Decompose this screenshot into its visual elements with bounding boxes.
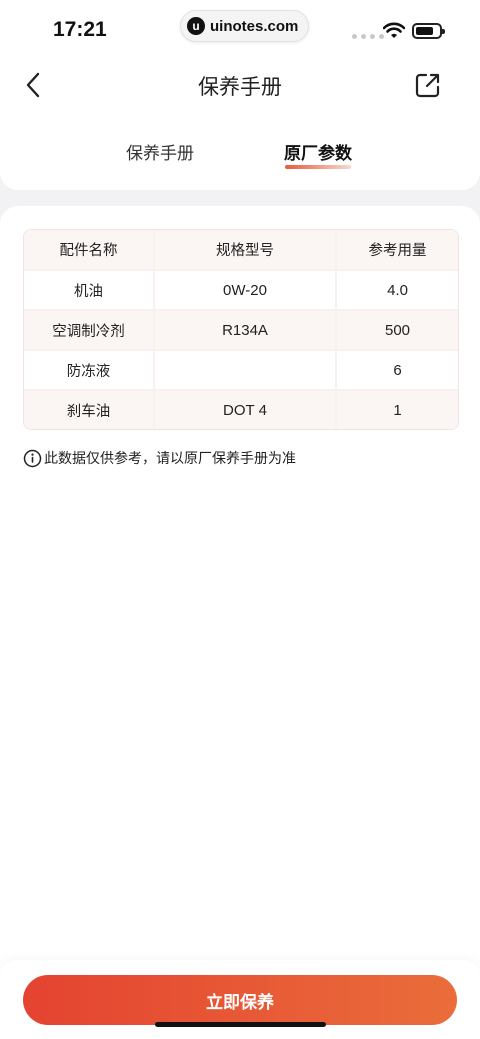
column-header: 规格型号 [155,230,337,269]
quantity-cell: 500 [384,321,411,339]
table-row: 刹车油 DOT 4 1 [24,389,458,429]
watermark-text: uinotes.com [210,17,299,35]
cellular-signal-icon [352,34,384,39]
spec-cell: DOT 4 [155,391,337,429]
quantity-cell: 4.0 [387,281,408,299]
table-row: 机油 0W-20 4.0 [24,269,458,309]
page-title: 保养手册 [198,75,282,99]
params-table: 配件名称 规格型号 参考用量 机油 0W-20 4.0 空调制冷剂 R134A … [23,229,459,430]
maintain-now-button[interactable]: 立即保养 [23,975,457,1025]
watermark-logo-icon: u [187,17,205,35]
part-name-cell: 防冻液 [24,351,155,389]
spec-cell: 0W-20 [155,271,337,309]
spec-cell [155,351,337,389]
part-name-cell: 刹车油 [24,391,155,429]
tab-maintenance-manual[interactable]: 保养手册 [126,139,194,164]
wifi-icon [383,22,405,38]
info-icon [23,449,42,467]
battery-icon [412,23,445,39]
disclaimer-note: 此数据仅供参考，请以原厂保养手册为准 [23,448,296,468]
table-header-row: 配件名称 规格型号 参考用量 [24,230,458,269]
status-time: 17:21 [53,18,107,41]
column-header: 参考用量 [368,243,427,259]
content-card: 配件名称 规格型号 参考用量 机油 0W-20 4.0 空调制冷剂 R134A … [0,206,480,996]
tab-factory-params[interactable]: 原厂参数 [284,139,352,164]
disclaimer-text: 此数据仅供参考，请以原厂保养手册为准 [44,451,296,467]
table-row: 防冻液 6 [24,349,458,389]
spec-cell: R134A [155,311,337,349]
active-tab-indicator [285,165,351,169]
share-icon [415,73,440,98]
share-button[interactable] [414,71,444,101]
part-name-cell: 空调制冷剂 [24,311,155,349]
column-header: 配件名称 [24,230,155,269]
maintain-now-label: 立即保养 [206,992,274,1013]
quantity-cell: 6 [393,361,402,379]
part-name-cell: 机油 [24,271,155,309]
quantity-cell: 1 [393,401,402,419]
watermark-badge: u uinotes.com [180,10,310,42]
status-bar: 17:21 u uinotes.com [0,0,480,60]
table-row: 空调制冷剂 R134A 500 [24,309,458,349]
tab-bar: 保养手册 原厂参数 [0,139,480,179]
home-indicator [155,1022,326,1027]
